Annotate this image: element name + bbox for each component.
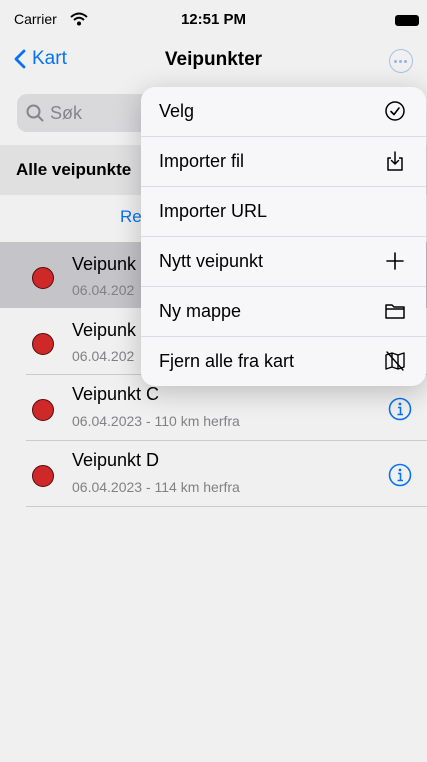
folder-icon (385, 304, 405, 319)
waypoint-subtitle: 06.04.2023 - 110 km herfra (72, 413, 240, 429)
import-file-icon (387, 151, 403, 171)
map-slash-icon (385, 351, 405, 371)
waypoint-subtitle: 06.04.2023 - 114 km herfra (72, 479, 240, 495)
more-dot (404, 60, 407, 63)
menu-item-label: Nytt veipunkt (159, 251, 264, 271)
checkmark-circle-icon (385, 101, 405, 121)
search-placeholder: Søk (50, 102, 83, 123)
clock: 12:51 PM (180, 11, 247, 28)
menu-item-label: Velg (159, 101, 195, 121)
menu-item-label: Importer fil (159, 151, 245, 171)
menu-item-new-folder[interactable]: Ny mappe (141, 287, 426, 336)
page-title: Veipunkter (164, 49, 263, 70)
menu-item-select[interactable]: Velg (141, 87, 426, 136)
more-dot (394, 60, 397, 63)
search-icon (26, 104, 44, 122)
status-bar: Carrier 12:51 PM (0, 0, 427, 38)
info-icon[interactable] (388, 397, 412, 421)
info-icon[interactable] (388, 463, 412, 487)
waypoint-subtitle: 06.04.202 (72, 348, 135, 364)
menu-item-import-file[interactable]: Importer fil (141, 137, 426, 186)
waypoint-row[interactable]: Veipunkt D 06.04.2023 - 114 km herfra (0, 441, 427, 507)
waypoint-subtitle: 06.04.202 (72, 282, 135, 298)
more-options-button[interactable] (389, 49, 413, 73)
section-title: Alle veipunkte (16, 160, 132, 179)
more-dot (399, 60, 402, 63)
waypoint-dot-icon (32, 465, 54, 487)
menu-item-label: Importer URL (159, 201, 268, 221)
menu-item-label: Fjern alle fra kart (159, 351, 295, 371)
waypoint-dot-icon (32, 399, 54, 421)
menu-item-new-waypoint[interactable]: Nytt veipunkt (141, 237, 426, 286)
waypoint-name: Veipunk (72, 254, 137, 274)
row-separator (26, 506, 427, 507)
menu-item-import-url[interactable]: Importer URL (141, 187, 426, 236)
waypoint-name: Veipunk (72, 320, 137, 340)
plus-icon (386, 252, 404, 270)
menu-item-label: Ny mappe (159, 301, 242, 321)
waypoint-dot-icon (32, 333, 54, 355)
context-menu: Velg Importer fil Importer URL Nytt veip… (141, 87, 426, 386)
waypoint-name: Veipunkt D (72, 450, 160, 470)
menu-item-remove-all-from-map[interactable]: Fjern alle fra kart (141, 337, 426, 386)
waypoint-dot-icon (32, 267, 54, 289)
battery-icon (395, 15, 419, 26)
section-action-button[interactable]: Re (120, 207, 142, 227)
navigation-bar: Kart Veipunkter (0, 38, 427, 86)
waypoint-name: Veipunkt C (72, 384, 160, 404)
